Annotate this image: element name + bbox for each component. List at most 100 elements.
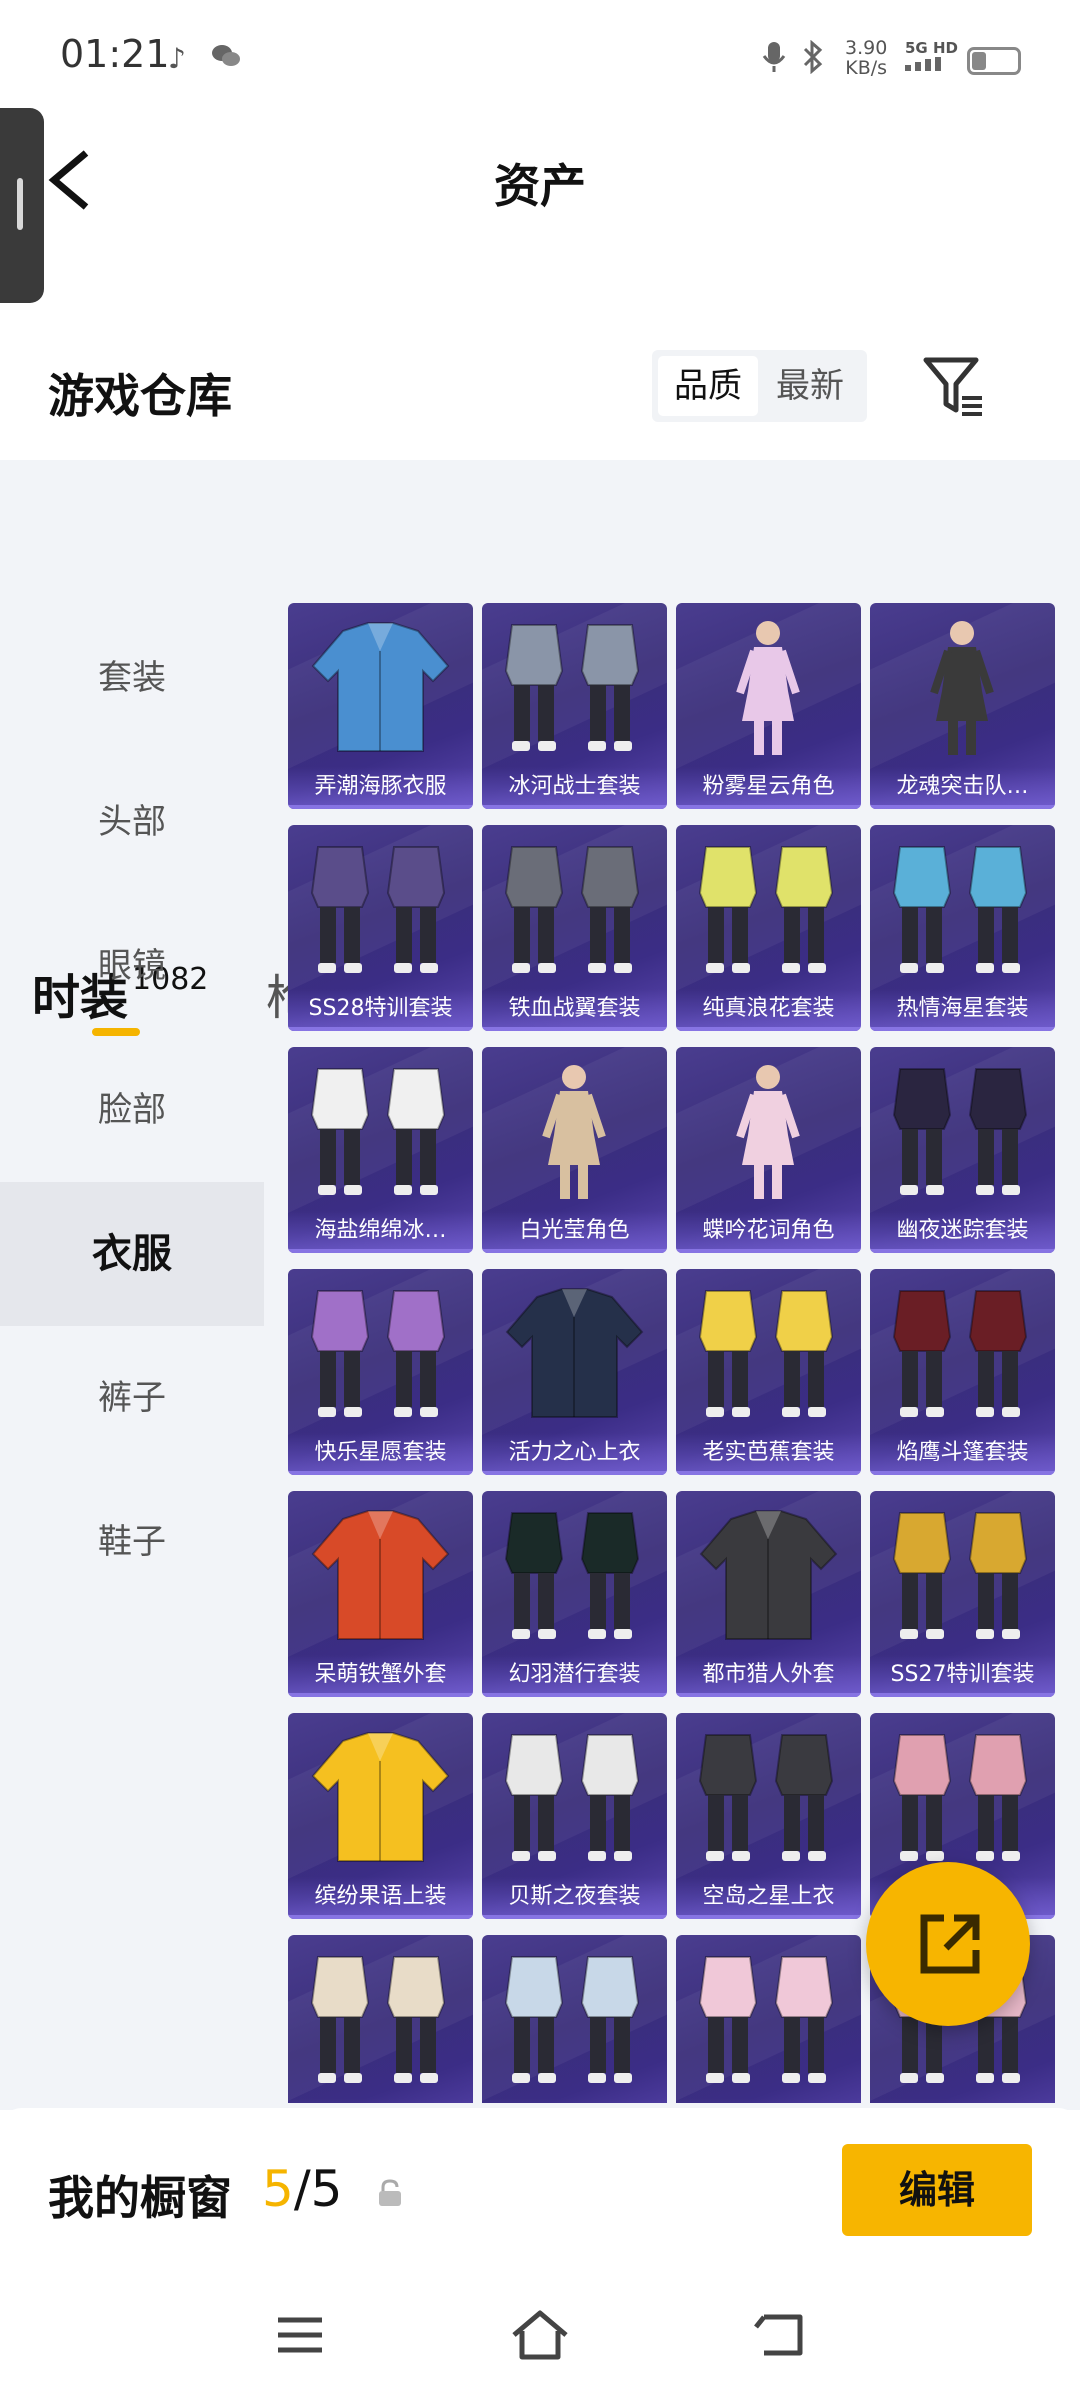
item-card[interactable]: 幻羽潜行套装: [482, 1491, 667, 1697]
item-image: [892, 1290, 1028, 1417]
item-image: [504, 1734, 640, 1861]
item-image: [698, 1734, 834, 1861]
item-image: [698, 846, 834, 973]
item-image: [310, 1956, 446, 2083]
item-card[interactable]: 活力之心上衣: [482, 1269, 667, 1475]
back-nav-icon[interactable]: [750, 2305, 810, 2365]
item-name: 蝶吟花词角色: [676, 1211, 861, 1253]
item-card[interactable]: [288, 1935, 473, 2103]
item-image: [892, 1734, 1028, 1861]
item-name: 纯真浪花套装: [676, 989, 861, 1031]
category-tabs: 时装1082 枪械420 装备605 载具3 战备290: [0, 460, 1080, 1036]
item-image: [311, 622, 450, 752]
edit-button[interactable]: 编辑: [842, 2144, 1032, 2236]
item-image: [930, 621, 994, 755]
item-image: [505, 1288, 644, 1418]
item-card[interactable]: 铁血战翼套装: [482, 825, 667, 1031]
lock-icon: [376, 2178, 404, 2208]
share-icon: [920, 1914, 980, 1974]
item-card[interactable]: 粉雾星云角色: [676, 603, 861, 809]
item-card[interactable]: 焰鹰斗篷套装: [870, 1269, 1055, 1475]
item-name: 呆萌铁蟹外套: [288, 1655, 473, 1697]
item-card[interactable]: 冰河战士套装: [482, 603, 667, 809]
item-image: [310, 846, 446, 973]
item-name: 龙魂突击队…: [870, 767, 1055, 809]
item-card[interactable]: 都市猎人外套: [676, 1491, 861, 1697]
item-card[interactable]: 热情海星套装: [870, 825, 1055, 1031]
home-icon[interactable]: [510, 2305, 570, 2365]
item-image: [699, 1510, 838, 1640]
item-image: [311, 1732, 450, 1862]
item-card[interactable]: 老实芭蕉套装: [676, 1269, 861, 1475]
item-name: SS28特训套装: [288, 989, 473, 1031]
item-name: 冰河战士套装: [482, 767, 667, 809]
item-name: 弄潮海豚衣服: [288, 767, 473, 809]
item-name: [870, 2099, 1055, 2103]
showcase-separator: /: [293, 2160, 311, 2218]
sort-toggle: 品质 最新: [652, 350, 867, 422]
item-card[interactable]: 弄潮海豚衣服: [288, 603, 473, 809]
warehouse-title: 游戏仓库: [48, 369, 232, 423]
item-name: 缤纷果语上装: [288, 1877, 473, 1919]
item-card[interactable]: 海盐绵绵冰…: [288, 1047, 473, 1253]
bluetooth-icon: [800, 39, 826, 81]
item-name: 活力之心上衣: [482, 1433, 667, 1475]
item-card[interactable]: 缤纷果语上装: [288, 1713, 473, 1919]
filter-button[interactable]: [920, 352, 990, 422]
item-image: [698, 1956, 834, 2083]
signal-icon: 5G HD: [905, 40, 958, 75]
item-card[interactable]: [676, 1935, 861, 2103]
showcase-total: 5: [310, 2160, 343, 2218]
item-name: [288, 2099, 473, 2103]
item-card[interactable]: SS28特训套装: [288, 825, 473, 1031]
sort-quality-button[interactable]: 品质: [658, 356, 758, 416]
wechat-icon: [210, 42, 242, 77]
status-bar: 01:21 ♪ 3.90 KB/s 5G HD: [0, 0, 1080, 120]
category-clothes[interactable]: 衣服: [0, 1182, 264, 1326]
item-name: 幻羽潜行套装: [482, 1655, 667, 1697]
item-image: [311, 1510, 450, 1640]
item-name: 都市猎人外套: [676, 1655, 861, 1697]
category-sets[interactable]: 套装: [0, 606, 264, 750]
item-name: 铁血战翼套装: [482, 989, 667, 1031]
item-card[interactable]: 贝斯之夜套装: [482, 1713, 667, 1919]
item-card[interactable]: 空岛之星上衣: [676, 1713, 861, 1919]
category-head[interactable]: 头部: [0, 750, 264, 894]
item-card[interactable]: 蝶吟花词角色: [676, 1047, 861, 1253]
network-type: 5G HD: [905, 39, 958, 57]
showcase-current: 5: [262, 2160, 294, 2218]
page-title: 资产: [494, 159, 586, 213]
battery-icon: [967, 47, 1021, 75]
category-shoes[interactable]: 鞋子: [0, 1470, 264, 1614]
item-card[interactable]: 纯真浪花套装: [676, 825, 861, 1031]
item-card[interactable]: 龙魂突击队…: [870, 603, 1055, 809]
item-card[interactable]: SS27特训套装: [870, 1491, 1055, 1697]
item-card[interactable]: 白光莹角色: [482, 1047, 667, 1253]
item-name: 快乐星愿套装: [288, 1433, 473, 1475]
item-image: [892, 1068, 1028, 1195]
share-button[interactable]: [866, 1862, 1030, 2026]
item-image: [892, 846, 1028, 973]
category-pants[interactable]: 裤子: [0, 1326, 264, 1470]
speed-unit: KB/s: [845, 57, 888, 79]
item-name: 焰鹰斗篷套装: [870, 1433, 1055, 1475]
item-name: 白光莹角色: [482, 1211, 667, 1253]
item-card[interactable]: [482, 1935, 667, 2103]
item-image: [892, 1512, 1028, 1639]
menu-icon[interactable]: [270, 2305, 330, 2365]
item-card[interactable]: 呆萌铁蟹外套: [288, 1491, 473, 1697]
item-image: [542, 1065, 606, 1199]
network-speed: 3.90 KB/s: [845, 38, 887, 78]
category-face[interactable]: 脸部: [0, 1038, 264, 1182]
sort-newest-button[interactable]: 最新: [760, 356, 860, 416]
item-image: [504, 1956, 640, 2083]
item-image: [698, 1290, 834, 1417]
item-card[interactable]: 幽夜迷踪套装: [870, 1047, 1055, 1253]
item-name: 幽夜迷踪套装: [870, 1211, 1055, 1253]
showcase-title: 我的橱窗: [48, 2171, 232, 2225]
item-card[interactable]: 快乐星愿套装: [288, 1269, 473, 1475]
item-name: 空岛之星上衣: [676, 1877, 861, 1919]
category-glasses[interactable]: 眼镜: [0, 894, 264, 1038]
item-name: [676, 2099, 861, 2103]
filter-icon: [923, 357, 982, 416]
